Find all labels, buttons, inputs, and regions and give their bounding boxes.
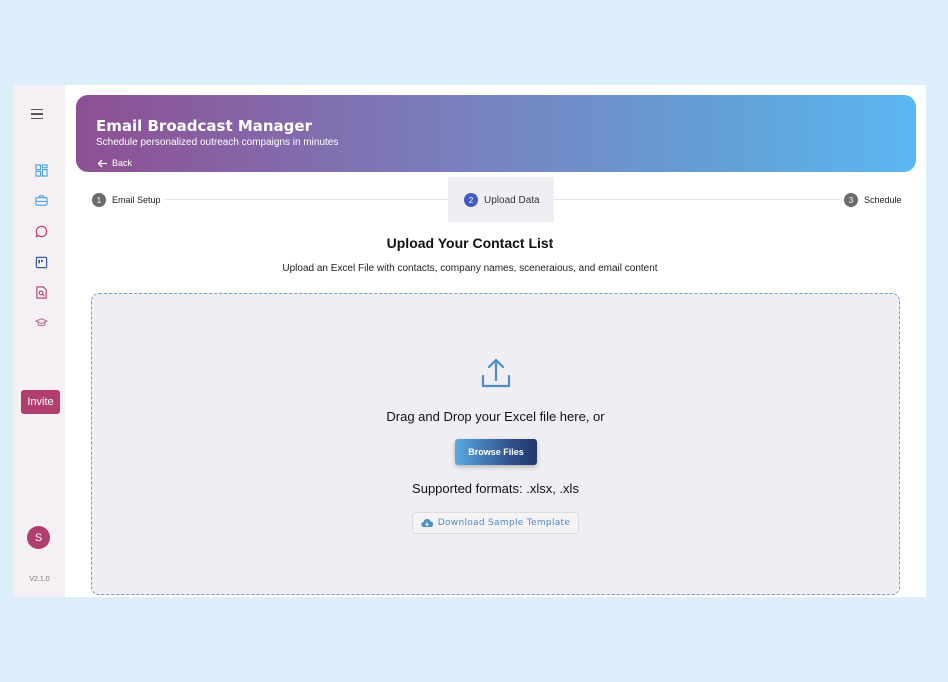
step-label: Schedule [864,195,902,205]
step-email-setup[interactable]: 1 Email Setup [88,191,165,209]
upload-icon [481,358,511,388]
page-subheading: Schedule personalized outreach compaigns… [96,137,339,148]
graduation-cap-icon[interactable] [34,315,48,329]
step-number: 3 [844,193,858,207]
dashboard-icon[interactable] [34,163,48,177]
version-label: V2.1.0 [29,576,50,583]
download-template-button[interactable]: Download Sample Template [412,512,579,534]
header-banner: Email Broadcast Manager Schedule persona… [76,95,916,172]
step-label: Upload Data [484,194,540,206]
step-number: 2 [464,193,478,207]
step-number: 1 [92,193,106,207]
app-window: Invite S V2.1.0 Email Broadcast Manager … [14,85,926,597]
upload-title: Upload Your Contact List [386,235,554,251]
cloud-download-icon [421,519,433,528]
template-label: Download Sample Template [437,518,571,528]
drop-instructions: Drag and Drop your Excel file here, or [386,409,605,424]
invite-button[interactable]: Invite [21,390,60,414]
back-label: Back [112,158,133,168]
supported-formats: Supported formats: .xlsx, .xls [412,481,579,496]
step-schedule[interactable]: 3 Schedule [840,191,906,209]
briefcase-icon[interactable] [34,193,48,207]
browse-files-button[interactable]: Browse Files [455,439,537,465]
step-label: Email Setup [112,195,161,205]
page-heading: Email Broadcast Manager [96,117,312,135]
step-upload-data[interactable]: 2 Upload Data [460,191,544,209]
menu-icon[interactable] [31,105,49,123]
avatar[interactable]: S [27,526,50,549]
document-search-icon[interactable] [34,285,48,299]
file-dropzone[interactable]: Drag and Drop your Excel file here, or B… [91,293,900,595]
sidebar: Invite S V2.1.0 [14,85,65,597]
upload-subtitle: Upload an Excel File with contacts, comp… [282,263,658,274]
arrow-left-icon [97,159,107,167]
back-button[interactable]: Back [97,158,132,168]
